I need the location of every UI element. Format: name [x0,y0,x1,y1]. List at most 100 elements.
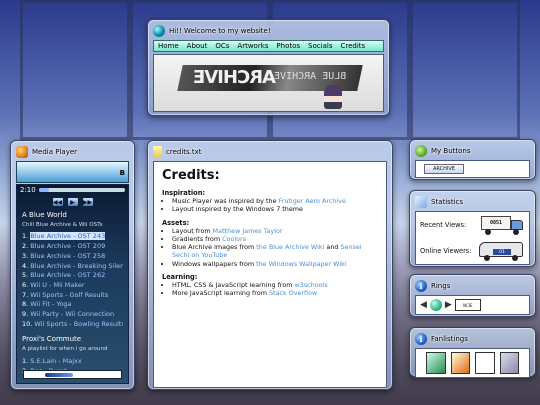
nav-home[interactable]: Home [154,42,183,50]
credit-text: Layout inspired by the Windows 7 theme [172,205,303,214]
site-banner: ARCHIVE BLUE ARCHIVE [153,54,384,112]
credit-link[interactable]: the Blue Archive Wiki [256,243,324,251]
track-number: 6. [22,280,29,289]
fanlisting-button[interactable] [499,352,519,374]
credits-window-title: credits.txt [166,148,202,156]
nav-photos[interactable]: Photos [272,42,304,50]
now-playing-display: B [16,161,129,183]
nav-credits[interactable]: Credits [336,42,369,50]
media-player-window: Media Player B 2:10 ◀◀ ▶ ▶▶ A Blue World… [10,140,135,390]
credits-item: HTML, CSS & JavaScript learning from w3s… [172,281,378,289]
time-display: 2:10 [20,186,36,194]
next-button[interactable]: ▶▶ [81,197,94,207]
credits-content: Credits: Inspiration:Music Player was in… [153,161,387,388]
playlist-title: A Blue World [22,211,67,219]
playlist-track[interactable]: 4. Blue Archive - Breaking Silence [22,262,123,272]
track-number: 7. [22,290,29,299]
playlist-track[interactable]: 3. Blue Archive - OST 258 [22,252,123,262]
track-number: 1. [22,232,29,241]
previous-button[interactable]: ◀◀ [51,197,64,207]
statistics-title: Statistics [431,198,463,206]
statistics-icon [415,196,427,208]
playlist: A Blue World Chill Blue Archive & Wii OST… [17,211,128,376]
ring-previous-arrow-icon[interactable]: ◀ [420,300,427,310]
site-button[interactable]: ARCHIVE [424,164,464,174]
nav-socials[interactable]: Socials [304,42,336,50]
track-number: 9. [22,310,29,319]
online-viewers-value: 01 [493,249,511,255]
fanlisting-button[interactable] [450,352,470,374]
recent-views-label: Recent Views: [420,221,467,229]
track-title: S.E.Lain - Majxx [30,356,82,365]
playlist-track[interactable]: 5. Blue Archive - OST 262 [22,271,123,281]
credit-text: Gradients from [172,234,223,243]
credit-text: Music Player was inspired by the [172,197,279,205]
track-number: 1. [22,356,29,365]
credit-link[interactable]: Coolors [222,235,246,243]
online-viewers-label: Online Viewers: [420,247,472,255]
playlist-track[interactable]: 9. Wii Party - Wii Connection [22,310,123,320]
nav-about[interactable]: About [183,42,212,50]
fanlistings-title: Fanlistings [431,335,468,343]
playlist-track[interactable]: 8. Wii Fit - Yoga [22,300,123,310]
track-number: 10. [22,319,33,328]
playlist-subtitle: A playlist for when i go around [22,346,108,353]
credits-item: Music Player was inspired by the Frutige… [172,197,378,205]
track-title: Blue Archive - OST 243 [30,232,106,241]
credit-link[interactable]: the Windows Wallpaper Wiki [256,260,347,268]
credit-text: and [324,243,341,252]
credit-text: HTML, CSS & JavaScript learning from [172,281,295,290]
fanlisting-button[interactable] [475,352,495,374]
credits-item: Gradients from Coolors [172,235,378,243]
track-number: 4. [22,261,29,270]
volume-label: Volume:50 [76,370,111,379]
track-title: Wii Fit - Yoga [30,300,72,309]
playlist-track[interactable]: 2. Blue Archive - OST 209 [22,242,123,252]
player-body: 2:10 ◀◀ ▶ ▶▶ A Blue World Chill Blue Arch… [16,184,129,384]
playlist-track[interactable]: 6. Wii U - Mii Maker [22,281,123,291]
credit-link[interactable]: Frutiger Aero Archive [279,197,346,205]
track-number: 8. [22,300,29,309]
track-title: Blue Archive - OST 262 [30,271,106,280]
playlist-track[interactable]: 10. Wii Sports - Bowling Results [22,320,123,330]
bus-counter-icon: 01 [479,240,525,262]
text-file-icon [153,146,162,158]
track-title: Blue Archive - Breaking Silence [30,261,123,270]
credit-link[interactable]: Matthew James Taylor [213,227,283,235]
credits-item: Blue Archive images from the Blue Archiv… [172,243,378,260]
credits-section-title: Learning: [162,273,198,282]
nav-artworks[interactable]: Artworks [233,42,272,50]
fanlisting-button[interactable] [426,352,446,374]
play-button[interactable]: ▶ [66,197,79,207]
track-title: Wii U - Mii Maker [30,280,85,289]
credit-link[interactable]: Stack Overflow [269,289,317,297]
credit-text: Windows wallpapers from [172,259,257,268]
playlist-track[interactable]: 1. Blue Archive - OST 243 [22,232,123,242]
credits-section-title: Assets: [162,218,190,227]
media-player-icon [16,146,28,158]
statistics-widget: Statistics Recent Views: 0851 Online Vie… [409,190,536,267]
credit-text: Layout from [172,226,213,235]
my-buttons-title: My Buttons [431,147,471,155]
nav-ocs[interactable]: OCs [211,42,233,50]
credits-item: Layout from Matthew James Taylor [172,227,378,235]
playlist-subtitle: Chill Blue Archive & Wii OSTs [22,221,103,228]
playlist-track[interactable]: 7. Wii Sports - Golf Results [22,291,123,301]
xbox-icon [415,145,427,157]
credit-link[interactable]: w3schools [295,281,328,289]
track-number: 2. [22,242,29,251]
credits-item: Layout inspired by the Windows 7 theme [172,205,378,213]
volume-slider[interactable] [45,372,73,377]
credits-window: credits.txt Credits: Inspiration:Music P… [147,140,393,390]
seek-bar[interactable] [38,188,125,192]
media-player-title: Media Player [32,148,78,156]
banner-logo-right: BLUE ARCHIVE [274,71,347,82]
ring-badge[interactable]: NCIE [454,299,481,311]
credits-heading: Credits: [162,168,220,183]
track-number: 5. [22,271,29,280]
volume-bar[interactable]: Volume:50 [23,370,122,379]
ring-next-arrow-icon[interactable]: ▶ [445,300,452,310]
playlist-track[interactable]: 1. S.E.Lain - Majxx [22,357,123,367]
track-number: 3. [22,251,29,260]
ring-globe-icon[interactable] [429,299,442,311]
